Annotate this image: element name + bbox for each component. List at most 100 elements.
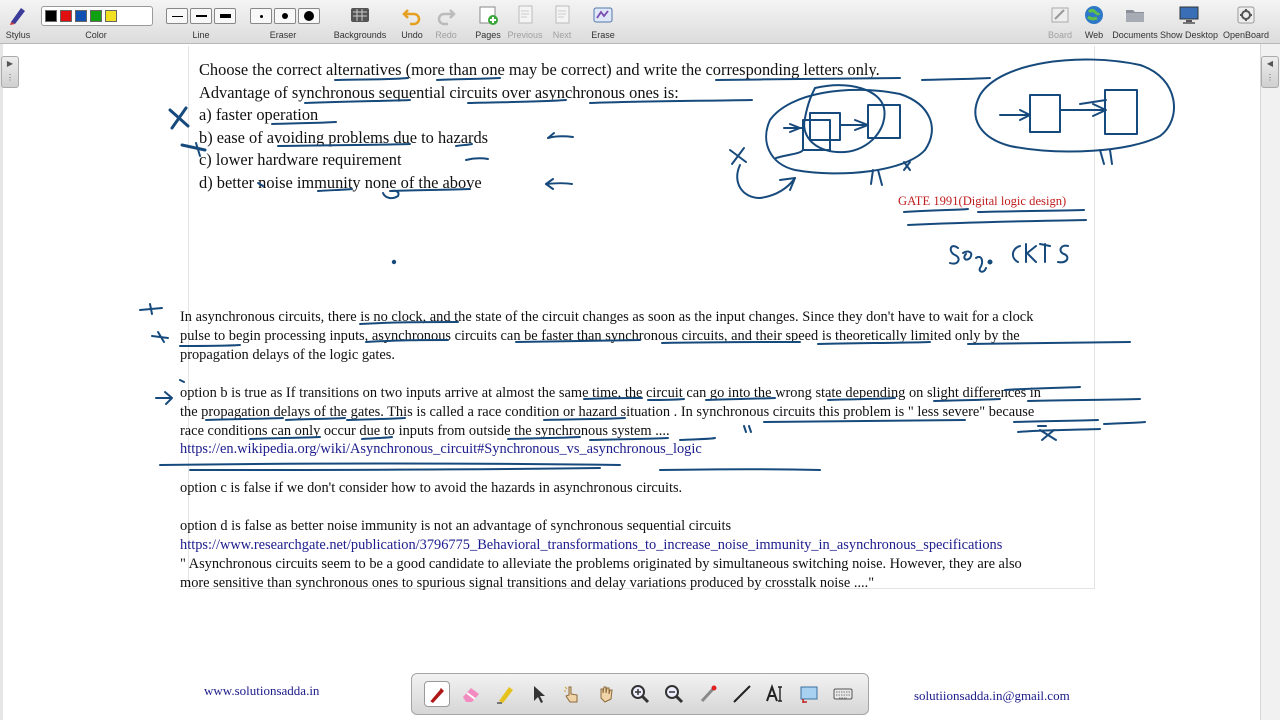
line-thin-button[interactable] [166, 8, 188, 24]
globe-icon [1085, 6, 1103, 24]
zoom-out-icon [664, 685, 683, 704]
stylus-button[interactable]: Stylus [4, 2, 32, 44]
dots-icon: ⋮ [1266, 73, 1274, 82]
answer-para2-line3: race conditions can only occur due to in… [180, 423, 670, 439]
eraser-large-button[interactable] [298, 8, 320, 24]
highlighter-tool[interactable] [492, 681, 518, 707]
keyboard-icon [833, 688, 853, 700]
web-button[interactable]: Web [1080, 2, 1108, 44]
undo-button[interactable]: Undo [399, 2, 425, 44]
top-toolbar: Stylus Color Line Eraser Backgrounds Und… [0, 0, 1280, 44]
laser-pointer-icon [700, 685, 717, 703]
swatch-green[interactable] [90, 10, 102, 22]
hand-tool[interactable] [593, 681, 619, 707]
left-panel-toggle[interactable]: ▶ ⋮ [1, 56, 19, 88]
undo-label: Undo [401, 30, 423, 40]
eraser-tool[interactable] [458, 681, 484, 707]
show-desktop-label: Show Desktop [1159, 30, 1219, 40]
eraser-label: Eraser [269, 30, 297, 40]
zoom-in-icon [630, 685, 650, 704]
right-rail [1260, 44, 1280, 720]
color-palette [41, 6, 153, 26]
gear-icon [1237, 6, 1255, 24]
redo-icon [437, 9, 456, 26]
capture-tool[interactable] [796, 681, 822, 707]
swatch-black[interactable] [45, 10, 57, 22]
left-rail [0, 44, 3, 720]
drawing-tools-bar [411, 673, 869, 715]
previous-page-button[interactable]: Previous [507, 2, 543, 44]
documents-label: Documents [1112, 30, 1158, 40]
pen-icon [428, 688, 444, 703]
pen-tool[interactable] [423, 681, 450, 707]
footer-website: www.solutionsadda.in [204, 683, 320, 698]
answer-para1-line1: In asynchronous circuits, there is no cl… [180, 309, 1034, 325]
line-label: Line [192, 30, 210, 40]
left-arrow-icon: ◀ [1266, 59, 1274, 68]
dots-icon: ⋮ [6, 73, 14, 82]
highlighter-icon [496, 687, 513, 704]
erase-board-icon [593, 7, 613, 23]
line-thick-button[interactable] [214, 8, 236, 24]
previous-label: Previous [507, 30, 543, 40]
zoom-out-tool[interactable] [661, 681, 687, 707]
undo-icon [402, 9, 421, 26]
line-medium-button[interactable] [190, 8, 212, 24]
laser-pointer-tool[interactable] [695, 681, 721, 707]
show-desktop-button[interactable]: Show Desktop [1160, 2, 1218, 44]
line-tool[interactable] [729, 681, 755, 707]
text-tool[interactable] [762, 681, 788, 707]
board-button[interactable]: Board [1046, 2, 1074, 44]
eraser-medium-button[interactable] [274, 8, 296, 24]
interact-tool[interactable] [559, 681, 585, 707]
next-page-icon [555, 5, 570, 24]
monitor-icon [1179, 6, 1199, 24]
answer-para2-line1: option b is true as If transitions on tw… [180, 385, 1041, 401]
pages-button[interactable]: Pages [474, 2, 502, 44]
swatch-blue[interactable] [75, 10, 87, 22]
documents-button[interactable]: Documents [1112, 2, 1158, 44]
wikipedia-link[interactable]: https://en.wikipedia.org/wiki/Asynchrono… [180, 441, 702, 458]
eraser-icon [462, 688, 479, 702]
openboard-menu-button[interactable]: OpenBoard [1223, 2, 1269, 44]
stylus-label: Stylus [5, 30, 31, 40]
researchgate-link[interactable]: https://www.researchgate.net/publication… [180, 537, 1002, 554]
capture-icon [800, 686, 818, 703]
option-a: a) faster operation [199, 105, 319, 124]
erase-label: Erase [591, 30, 615, 40]
next-page-button[interactable]: Next [548, 2, 576, 44]
swatch-red[interactable] [60, 10, 72, 22]
web-label: Web [1084, 30, 1104, 40]
swatch-yellow[interactable] [105, 10, 117, 22]
erase-board-button[interactable]: Erase [589, 2, 617, 44]
selector-tool[interactable] [525, 681, 551, 707]
board-label: Board [1047, 30, 1073, 40]
answer-para1-line3: propagation delays of the logic gates. [180, 347, 395, 363]
board-icon [1051, 7, 1069, 23]
eraser-small-button[interactable] [250, 8, 272, 24]
option-d: d) better noise immunity none of the abo… [199, 173, 482, 192]
virtual-keyboard-tool[interactable] [830, 681, 856, 707]
add-page-icon [479, 6, 498, 25]
answer-para1-line2: pulse to begin processing inputs, asynch… [180, 328, 1020, 344]
question-line-1: Choose the correct alternatives (more th… [199, 60, 880, 79]
right-panel-toggle[interactable]: ◀ ⋮ [1261, 56, 1279, 88]
quote-line-2: more sensitive than synchronous ones to … [180, 575, 875, 591]
footer-email: solutiionsadda.in@gmail.com [914, 688, 1070, 703]
hand-icon [600, 686, 613, 703]
pages-label: Pages [475, 30, 501, 40]
cursor-arrow-icon [534, 686, 546, 703]
backgrounds-button[interactable]: Backgrounds [334, 2, 386, 44]
redo-label: Redo [435, 30, 457, 40]
eraser-size-group [250, 8, 320, 24]
zoom-in-tool[interactable] [627, 681, 653, 707]
option-c: c) lower hardware requirement [199, 150, 402, 169]
right-arrow-icon: ▶ [6, 59, 14, 68]
next-label: Next [552, 30, 572, 40]
gate-source-tag: GATE 1991(Digital logic design) [898, 194, 1067, 208]
redo-button[interactable]: Redo [433, 2, 459, 44]
folder-icon [1126, 10, 1144, 22]
line-icon [732, 685, 751, 703]
previous-page-icon [518, 5, 533, 24]
answer-para4: option d is false as better noise immuni… [180, 518, 732, 534]
